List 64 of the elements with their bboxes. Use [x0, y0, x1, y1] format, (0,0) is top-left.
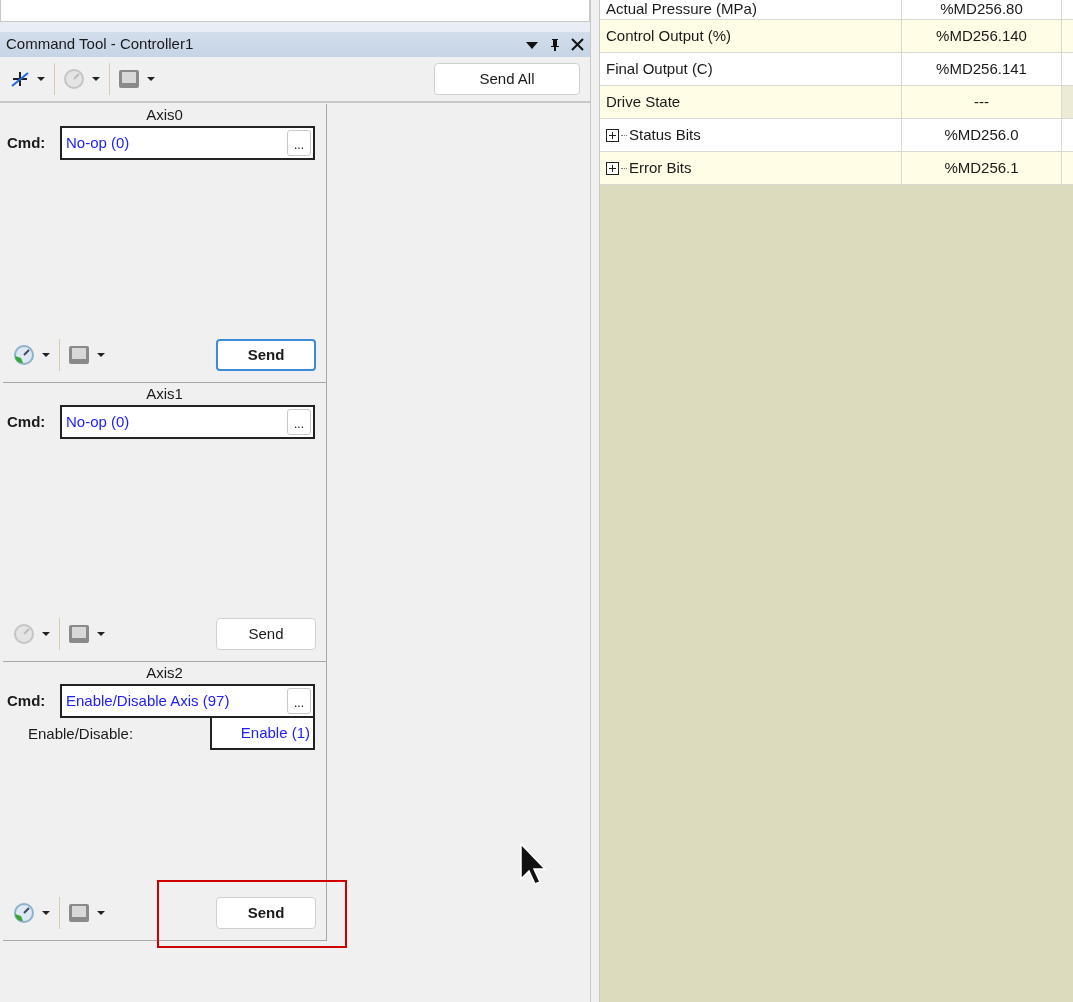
axis-title: Axis2 [145, 663, 184, 683]
cmd-label: Cmd: [7, 690, 47, 711]
browse-button[interactable]: ... [287, 688, 311, 714]
axis-tool-icon[interactable] [10, 69, 30, 89]
caret-icon[interactable] [41, 910, 51, 916]
help-key-icon[interactable] [68, 624, 90, 644]
expand-icon[interactable] [606, 128, 619, 142]
send-button[interactable]: Send [216, 339, 316, 371]
table-cell: %MD256.141 [902, 53, 1062, 85]
help-key-icon[interactable] [118, 69, 140, 89]
table-cell: Actual Pressure (MPa) [600, 0, 902, 19]
tree-item[interactable]: Status Bits [629, 123, 701, 147]
caret-icon[interactable] [96, 910, 106, 916]
help-key-icon[interactable] [68, 345, 90, 365]
caret-icon[interactable] [146, 76, 156, 82]
panel-title: Command Tool - Controller1 [6, 34, 195, 55]
cmd-label: Cmd: [7, 411, 47, 432]
caret-icon[interactable] [36, 76, 46, 82]
command-value: Enable/Disable Axis (97) [66, 690, 231, 711]
expand-icon[interactable] [606, 161, 619, 175]
table-cell: %MD256.1 [902, 152, 1062, 184]
table-cell: %MD256.80 [902, 0, 1062, 19]
cursor-icon [520, 843, 546, 885]
caret-icon[interactable] [96, 631, 106, 637]
table-cell [1062, 119, 1073, 151]
table-cell [1062, 0, 1073, 19]
tree-connector [621, 167, 627, 169]
table-cell: Final Output (C) [600, 53, 902, 85]
command-field[interactable]: No-op (0) ... [60, 405, 315, 439]
table-cell [1062, 20, 1073, 52]
command-field[interactable]: Enable/Disable Axis (97) ... [60, 684, 315, 718]
axis-title: Axis0 [145, 105, 184, 125]
table-cell [1062, 86, 1073, 118]
table-cell: Control Output (%) [600, 20, 902, 52]
table-cell [1062, 152, 1073, 184]
table-cell: Drive State [600, 86, 902, 118]
table-cell: %MD256.140 [902, 20, 1062, 52]
param-label: Enable/Disable: [27, 723, 135, 744]
axis-title: Axis1 [145, 384, 184, 404]
help-key-icon[interactable] [68, 903, 90, 923]
param-value-field[interactable]: Enable (1) [210, 716, 315, 750]
caret-icon[interactable] [41, 352, 51, 358]
command-value: No-op (0) [66, 132, 131, 153]
pin-icon[interactable] [549, 37, 561, 52]
caret-icon[interactable] [41, 631, 51, 637]
gauge-icon[interactable] [13, 902, 35, 924]
tree-connector [621, 134, 627, 136]
caret-icon[interactable] [91, 76, 101, 82]
send-all-button[interactable]: Send All [434, 63, 580, 95]
caret-icon[interactable] [96, 352, 106, 358]
cmd-label: Cmd: [7, 132, 47, 153]
browse-button[interactable]: ... [287, 130, 311, 156]
command-value: No-op (0) [66, 411, 131, 432]
dropdown-icon[interactable] [525, 39, 539, 50]
table-cell: --- [902, 86, 1062, 118]
browse-button[interactable]: ... [287, 409, 311, 435]
command-field[interactable]: No-op (0) ... [60, 126, 315, 160]
tree-item[interactable]: Error Bits [629, 156, 692, 180]
close-icon[interactable] [571, 38, 584, 51]
table-cell [1062, 53, 1073, 85]
gauge-icon[interactable] [13, 344, 35, 366]
send-button[interactable]: Send [216, 897, 316, 929]
send-button[interactable]: Send [216, 618, 316, 650]
table-cell: %MD256.0 [902, 119, 1062, 151]
